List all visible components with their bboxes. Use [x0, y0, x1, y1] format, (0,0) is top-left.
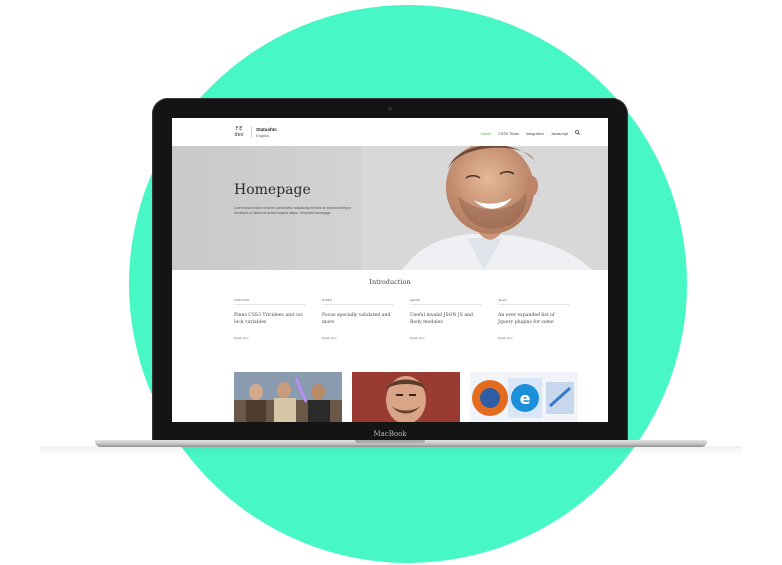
- page-title: Homepage: [234, 182, 311, 198]
- hero-banner: Homepage Lorem ipsum dolor sit amet cons…: [172, 146, 608, 270]
- camera: [388, 107, 392, 111]
- read-more-link[interactable]: Read more: [234, 336, 306, 340]
- article-category[interactable]: CSS3-CSS: [234, 298, 306, 305]
- read-more-link[interactable]: Read more: [410, 336, 482, 340]
- hero-photo-smiling-man: [362, 146, 608, 270]
- section-title: Introduction: [369, 278, 411, 286]
- laptop-notch: [355, 440, 425, 443]
- nav-integration[interactable]: Integration: [526, 132, 544, 136]
- article-card: Jquery An ever expanded list of Jquery p…: [498, 298, 570, 340]
- search-icon[interactable]: [575, 130, 581, 137]
- laptop-screen: F.E dev Statushtc English Home CSS3 Trick…: [172, 118, 608, 422]
- article-headline[interactable]: Pinns CSS3 Tricidees and css lock variab…: [234, 313, 306, 326]
- article-card: HTML5 Focus specially validated and more…: [322, 298, 394, 340]
- laptop-shadow: [40, 446, 742, 456]
- thumbnail-movie-scene[interactable]: [234, 372, 342, 422]
- article-card: CSS3-CSS Pinns CSS3 Tricidees and css lo…: [234, 298, 306, 340]
- main-nav: Home CSS3 Tricks Integration Javascript: [481, 130, 581, 137]
- nav-home[interactable]: Home: [481, 132, 491, 136]
- article-headline[interactable]: Focus specially validated and more: [322, 313, 394, 326]
- read-more-link[interactable]: Read more: [498, 336, 570, 340]
- article-card: Ajax/JS Useful invalid JSON JS and Body …: [410, 298, 482, 340]
- article-headline[interactable]: Useful invalid JSON JS and Body modules: [410, 313, 482, 326]
- thumbnail-portrait[interactable]: [352, 372, 460, 422]
- article-headline[interactable]: An ever expanded list of Jquery plugins …: [498, 313, 570, 326]
- logo-divider: [251, 126, 252, 138]
- article-category[interactable]: HTML5: [322, 298, 394, 305]
- nav-css3-tricks[interactable]: CSS3 Tricks: [498, 132, 519, 136]
- site-name[interactable]: Statushtc: [256, 127, 277, 132]
- article-category[interactable]: Jquery: [498, 298, 570, 305]
- site-header: F.E dev Statushtc English Home CSS3 Trick…: [172, 118, 608, 146]
- hero-description: Lorem ipsum dolor sit amet consectetur a…: [234, 206, 352, 215]
- read-more-link[interactable]: Read more: [322, 336, 394, 340]
- site-logo-icon[interactable]: F.E dev: [232, 126, 246, 140]
- svg-text:e: e: [520, 389, 531, 408]
- thumbnail-browser-logos[interactable]: e: [470, 372, 578, 422]
- article-category[interactable]: Ajax/JS: [410, 298, 482, 305]
- laptop-brand-label: MacBook: [373, 430, 407, 438]
- nav-javascript[interactable]: Javascript: [551, 132, 568, 136]
- site-subtitle: English: [256, 133, 270, 138]
